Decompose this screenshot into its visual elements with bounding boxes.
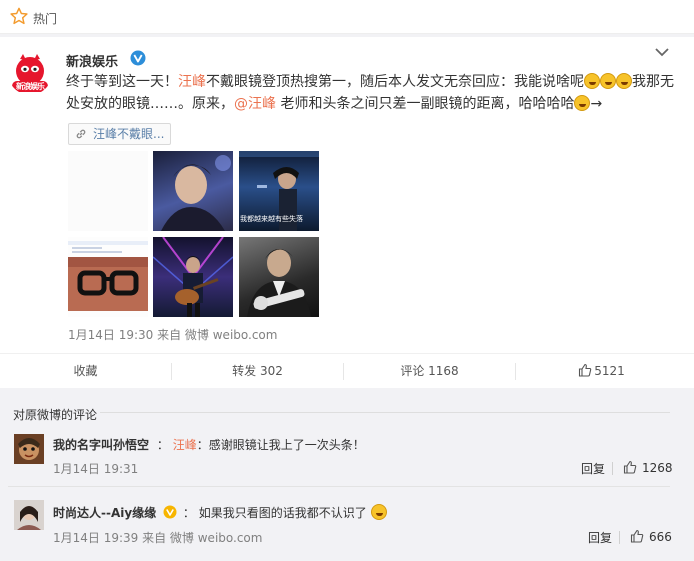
thumbs-up-icon — [579, 363, 592, 377]
repost-label: 转发 302 — [232, 364, 283, 378]
favorite-button[interactable]: 收藏 — [0, 354, 171, 389]
verified-gold-badge-icon — [163, 505, 177, 519]
singer-photo — [161, 155, 231, 231]
original-post-comments: 对原微博的评论 我的名字叫孙悟空 ： 汪峰：感谢眼镜让我上了一次头条！ 1月14… — [0, 398, 694, 561]
author-name[interactable]: 新浪娱乐 — [66, 51, 118, 70]
post-text-part: 不戴眼镜登顶热搜第一，随后本人发文无奈回应：我能说啥呢 — [206, 74, 584, 90]
post-text-part: 终于等到这一天！ — [66, 74, 178, 90]
verified-badge-icon — [130, 50, 146, 66]
glasses-photo — [68, 237, 148, 317]
guitar-portrait-photo — [247, 249, 311, 317]
topic-link-label: 汪峰不戴眼... — [93, 127, 165, 141]
comment-action-divider — [619, 531, 620, 544]
comments-title: 对原微博的评论 — [13, 408, 98, 422]
thumbs-up-icon — [630, 529, 644, 543]
comment-divider — [8, 486, 670, 487]
commenter-name[interactable]: 时尚达人--Aiy缘缘 — [53, 506, 156, 520]
comment-colon: ： — [182, 506, 195, 520]
post-image[interactable] — [239, 237, 319, 317]
post-image[interactable] — [68, 151, 148, 231]
like-count: 5121 — [594, 364, 625, 378]
post-text: 终于等到这一天！汪峰不戴眼镜登顶热搜第一，随后本人发文无奈回应：我能说啥呢 我那无… — [66, 71, 682, 115]
author-avatar[interactable]: 新浪娱乐 — [8, 51, 52, 95]
comment-mention-link[interactable]: 汪峰 — [173, 438, 197, 452]
title-divider — [100, 412, 670, 413]
comment-button[interactable]: 评论 1168 — [344, 354, 515, 389]
comment-text: 如果我只看图的话我都不认识了 — [198, 506, 367, 520]
laugh-cry-emoji-icon — [600, 73, 616, 89]
comment-time: 1月14日 19:39 来自 微博 weibo.com — [53, 531, 263, 545]
comment-like-button[interactable]: 666 — [630, 529, 672, 544]
post-image[interactable]: 我都越来越有些失落 — [239, 151, 319, 231]
comment-body: 我的名字叫孙悟空 ： 汪峰：感谢眼镜让我上了一次头条！ — [53, 436, 365, 453]
post-image[interactable] — [153, 237, 233, 317]
favorite-label: 收藏 — [73, 364, 98, 378]
post-meta: 1月14日 19:30 来自 微博 weibo.com — [68, 328, 278, 342]
mention-link[interactable]: @汪峰 — [234, 96, 276, 112]
comment-label: 评论 1168 — [400, 364, 459, 378]
post-action-bar: 收藏 转发 302 评论 1168 5121 — [0, 353, 694, 388]
like-button[interactable]: 5121 — [516, 354, 687, 389]
commenter-avatar[interactable] — [14, 500, 44, 530]
reply-button[interactable]: 回复 — [588, 529, 612, 546]
topic-link-chip[interactable]: 汪峰不戴眼... — [68, 123, 172, 145]
repost-button[interactable]: 转发 302 — [172, 354, 343, 389]
post-image[interactable] — [153, 151, 233, 231]
avatar-text: 新浪娱乐 — [16, 82, 45, 91]
monkey-avatar-icon — [14, 434, 44, 464]
thumbs-up-icon — [623, 460, 637, 474]
blank-image — [68, 151, 148, 231]
image-caption: 我都越来越有些失落 — [240, 215, 303, 223]
comment-text: ：感谢眼镜让我上了一次头条！ — [196, 438, 365, 452]
post-text-part: 老师和头条之间只差一副眼镜的距离，哈哈哈哈 — [276, 96, 575, 112]
laugh-cry-emoji-icon — [370, 504, 387, 520]
comment-like-count: 1268 — [642, 461, 673, 475]
comment-body: 时尚达人--Aiy缘缘 ： 如果我只看图的话我都不认识了 — [53, 504, 387, 521]
hashtag-link[interactable]: 汪峰 — [178, 74, 206, 90]
comment-like-count: 666 — [649, 530, 672, 544]
post-image[interactable] — [68, 237, 148, 317]
guitar-stage-photo — [153, 237, 233, 317]
laugh-emoji-icon — [574, 95, 591, 111]
laugh-cry-emoji-icon — [616, 73, 632, 89]
arrow-text: → — [590, 96, 603, 112]
hot-header: 热门 — [0, 0, 694, 34]
reply-button[interactable]: 回复 — [581, 460, 605, 477]
comment-action-divider — [612, 462, 613, 475]
laugh-cry-emoji-icon — [584, 73, 600, 89]
commenter-name[interactable]: 我的名字叫孙悟空 — [53, 438, 149, 452]
user-avatar-icon — [14, 500, 44, 530]
link-icon — [76, 129, 86, 139]
comment-time: 1月14日 19:31 — [53, 462, 139, 476]
comment-like-button[interactable]: 1268 — [623, 460, 673, 475]
hot-label: 热门 — [33, 12, 58, 26]
commenter-avatar[interactable] — [14, 434, 44, 464]
comment-colon: ： — [156, 438, 169, 452]
star-icon — [10, 7, 28, 25]
weibo-post-card: 新浪娱乐 新浪娱乐 终于等到这一天！汪峰不戴眼镜登顶热搜第一，随后本人发文无奈回… — [0, 37, 694, 353]
chevron-down-icon[interactable] — [654, 46, 670, 58]
